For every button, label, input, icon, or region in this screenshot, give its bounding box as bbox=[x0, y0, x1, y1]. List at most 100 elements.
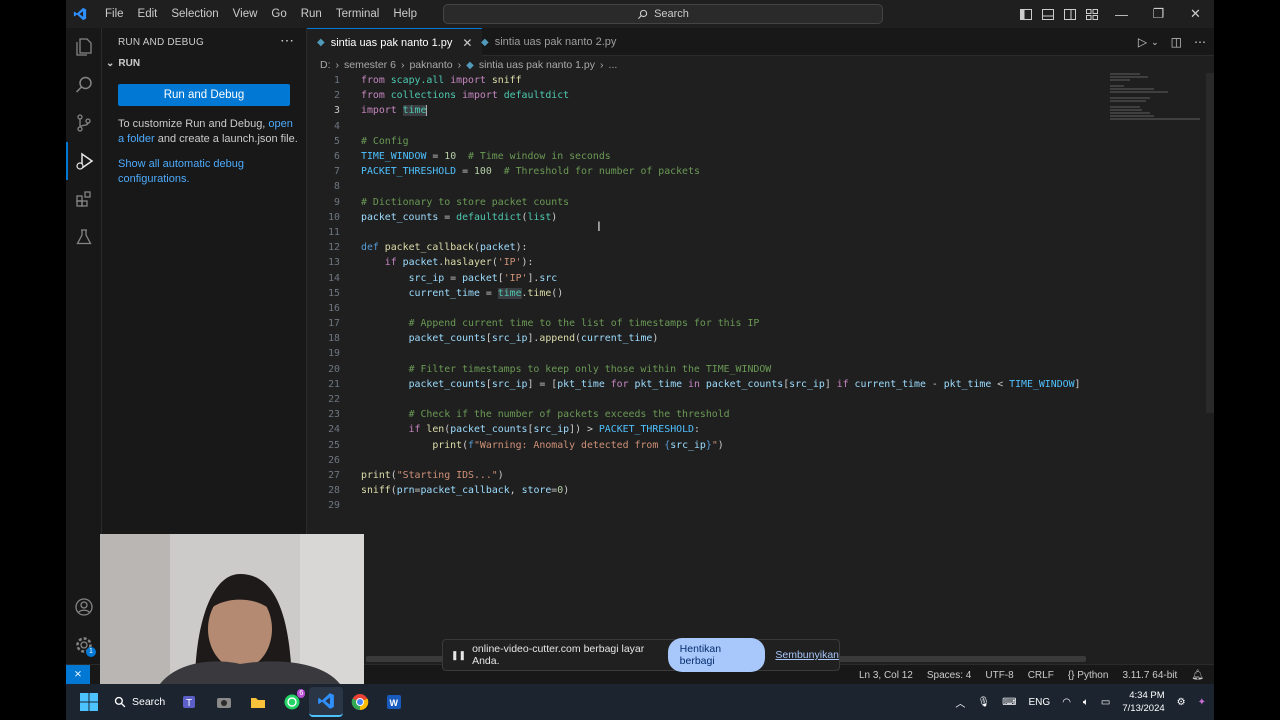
run-python-file-icon[interactable]: ▷ bbox=[1138, 35, 1147, 49]
accounts-icon[interactable] bbox=[66, 588, 102, 626]
code-line: 3 import time bbox=[307, 103, 1107, 118]
python-interpreter[interactable]: 3.11.7 64-bit bbox=[1122, 670, 1177, 681]
tab-label: sintia uas pak nanto 2.py bbox=[494, 36, 617, 48]
breadcrumb-folder[interactable]: semester 6 bbox=[344, 59, 396, 71]
tab-file-2[interactable]: ◆ sintia uas pak nanto 2.py bbox=[471, 28, 626, 56]
breadcrumb-subfolder[interactable]: paknanto bbox=[409, 59, 452, 71]
code-line: 15 current_time = time.time() bbox=[307, 286, 1107, 301]
wifi-icon[interactable]: ◠ bbox=[1062, 697, 1071, 708]
language-indicator[interactable]: ENG bbox=[1029, 697, 1051, 708]
minimize-icon[interactable]: — bbox=[1103, 0, 1140, 28]
line-number: 17 bbox=[328, 318, 340, 330]
run-section-header[interactable]: ⌄ RUN bbox=[106, 58, 140, 69]
webcam-overlay bbox=[100, 534, 364, 684]
language-label: Python bbox=[1077, 669, 1109, 681]
toggle-secondary-sidebar-icon[interactable] bbox=[1060, 0, 1080, 28]
breadcrumb-more[interactable]: ... bbox=[609, 59, 618, 71]
menu-view[interactable]: View bbox=[226, 0, 265, 28]
whatsapp-badge: 6 bbox=[297, 689, 306, 698]
language-mode[interactable]: {} Python bbox=[1068, 670, 1109, 681]
tab-file-1[interactable]: ◆ sintia uas pak nanto 1.py ✕ bbox=[307, 28, 483, 56]
line-number: 16 bbox=[328, 302, 340, 314]
command-center-search[interactable]: Search bbox=[443, 4, 883, 24]
breadcrumb-file[interactable]: sintia uas pak nanto 1.py bbox=[479, 59, 595, 71]
menu-help[interactable]: Help bbox=[386, 0, 424, 28]
code-line: 7 PACKET_THRESHOLD = 100 # Threshold for … bbox=[307, 164, 1107, 179]
hide-share-link[interactable]: Sembunyikan bbox=[775, 649, 839, 661]
right-letterbox bbox=[1214, 0, 1280, 720]
menu-run[interactable]: Run bbox=[294, 0, 329, 28]
hint-text-1: To customize Run and Debug, bbox=[118, 118, 269, 130]
source-control-icon[interactable] bbox=[66, 104, 102, 142]
line-number: 18 bbox=[328, 333, 340, 345]
line-number: 1 bbox=[334, 75, 340, 87]
chevron-right-icon: › bbox=[457, 59, 462, 71]
toggle-panel-icon[interactable] bbox=[1038, 0, 1058, 28]
sidebar-title: RUN AND DEBUG bbox=[118, 37, 204, 48]
file-explorer-icon[interactable] bbox=[241, 687, 275, 717]
menu-selection[interactable]: Selection bbox=[164, 0, 225, 28]
customize-layout-icon[interactable] bbox=[1082, 0, 1102, 28]
file-encoding[interactable]: UTF-8 bbox=[985, 670, 1013, 681]
code-line: 10 packet_counts = defaultdict(list) bbox=[307, 210, 1107, 225]
copilot-icon[interactable]: ✦ bbox=[1198, 697, 1206, 708]
line-number: 7 bbox=[334, 166, 340, 178]
run-and-debug-icon[interactable] bbox=[66, 142, 102, 180]
vscode-taskbar-icon[interactable] bbox=[309, 687, 344, 717]
python-file-icon: ◆ bbox=[317, 37, 325, 48]
volume-icon[interactable]: 🔈︎ bbox=[1083, 697, 1089, 708]
close-icon[interactable]: ✕ bbox=[1177, 0, 1214, 28]
show-automatic-debug-link[interactable]: Show all automatic debug configurations. bbox=[118, 157, 298, 187]
clock[interactable]: 4:34 PM 7/13/2024 bbox=[1122, 689, 1164, 715]
teams-icon[interactable]: T bbox=[173, 687, 207, 717]
run-and-debug-button[interactable]: Run and Debug bbox=[118, 84, 290, 106]
camera-app-icon[interactable] bbox=[207, 687, 241, 717]
indentation[interactable]: Spaces: 4 bbox=[927, 670, 971, 681]
chevron-down-icon[interactable]: ⌄ bbox=[1151, 37, 1159, 48]
microphone-icon[interactable]: 🎙︎ bbox=[977, 697, 990, 708]
keyboard-icon[interactable]: ⌨ bbox=[1002, 697, 1016, 708]
settings-gear-icon[interactable]: ⚙ bbox=[1177, 697, 1186, 708]
restore-icon[interactable]: ❐ bbox=[1140, 0, 1177, 28]
breadcrumb-drive[interactable]: D: bbox=[320, 59, 331, 71]
explorer-icon[interactable] bbox=[66, 28, 102, 66]
menu-file[interactable]: File bbox=[98, 0, 131, 28]
stop-sharing-button[interactable]: Hentikan berbagi bbox=[667, 638, 766, 672]
line-number: 19 bbox=[328, 348, 340, 360]
word-icon[interactable]: W bbox=[377, 687, 411, 717]
minimap[interactable] bbox=[1110, 73, 1206, 133]
line-number: 11 bbox=[328, 226, 340, 238]
line-ending[interactable]: CRLF bbox=[1028, 670, 1054, 681]
menu-terminal[interactable]: Terminal bbox=[329, 0, 386, 28]
line-number: 27 bbox=[328, 469, 340, 481]
cursor-position[interactable]: Ln 3, Col 12 bbox=[859, 670, 913, 681]
menu-edit[interactable]: Edit bbox=[131, 0, 165, 28]
split-editor-icon[interactable]: ◫ bbox=[1171, 35, 1182, 49]
taskbar-search[interactable]: Search bbox=[114, 696, 165, 708]
battery-icon[interactable]: ▭ bbox=[1101, 697, 1110, 708]
more-actions-icon[interactable]: ⋯ bbox=[280, 32, 294, 49]
menu-go[interactable]: Go bbox=[264, 0, 293, 28]
windows-taskbar: Search T 6 W ︿ 🎙︎ ⌨ ENG ◠ 🔈︎ ▭ 4:34 PM 7… bbox=[66, 684, 1214, 720]
pause-icon: ❚❚ bbox=[451, 649, 467, 660]
whatsapp-icon[interactable]: 6 bbox=[275, 687, 309, 717]
chevron-right-icon: › bbox=[335, 59, 340, 71]
chevron-right-icon: › bbox=[400, 59, 405, 71]
remote-window-icon[interactable]: ⨯ bbox=[66, 664, 90, 684]
more-actions-icon[interactable]: ⋯ bbox=[1194, 35, 1206, 49]
line-number: 15 bbox=[328, 287, 340, 299]
extensions-icon[interactable] bbox=[66, 180, 102, 218]
toggle-primary-sidebar-icon[interactable] bbox=[1016, 0, 1036, 28]
chrome-icon[interactable] bbox=[343, 687, 377, 717]
testing-flask-icon[interactable] bbox=[66, 218, 102, 256]
manage-gear-icon[interactable]: 1 bbox=[66, 626, 102, 664]
windows-start-icon[interactable] bbox=[72, 687, 106, 717]
search-icon[interactable] bbox=[66, 66, 102, 104]
code-editor[interactable]: 1 from scapy.all import sniff 2 from colle… bbox=[307, 73, 1107, 513]
clock-time: 4:34 PM bbox=[1129, 690, 1165, 701]
editor-tabs: ◆ sintia uas pak nanto 1.py ✕ ◆ sintia u… bbox=[307, 28, 1214, 56]
chevron-up-icon[interactable]: ︿ bbox=[955, 695, 965, 710]
vertical-scrollbar[interactable] bbox=[1206, 73, 1214, 413]
notifications-bell-icon[interactable]: 🔔︎ bbox=[1191, 670, 1204, 681]
screen-share-notification: ❚❚ online-video-cutter.com berbagi layar… bbox=[442, 638, 840, 672]
